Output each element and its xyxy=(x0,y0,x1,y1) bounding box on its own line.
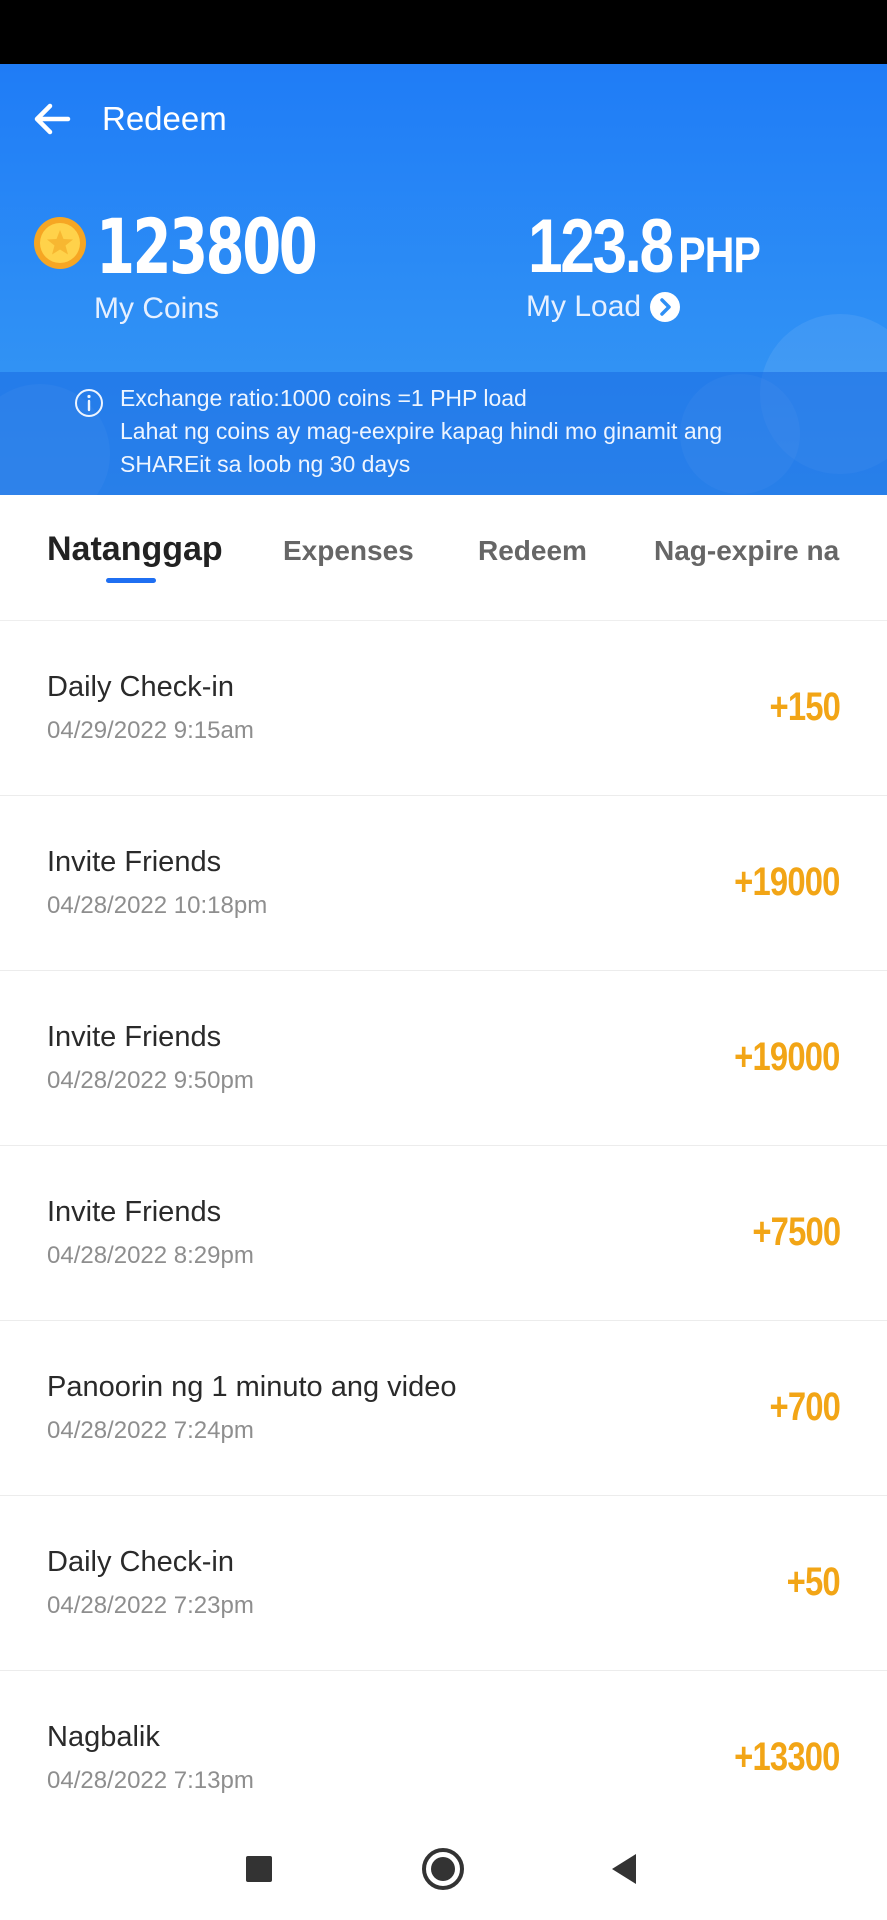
load-amount: 123.8 xyxy=(528,204,674,289)
coins-label: My Coins xyxy=(94,292,220,325)
list-item: Daily Check-in 04/29/2022 9:15am +150 xyxy=(0,621,887,796)
tab-indicator xyxy=(106,578,156,583)
load-label: My Load xyxy=(526,290,642,323)
transaction-time: 04/28/2022 9:50pm xyxy=(47,1067,254,1094)
transaction-amount: +19000 xyxy=(734,860,841,904)
chevron-right-circle-icon xyxy=(650,292,681,322)
transaction-title: Daily Check-in xyxy=(47,1546,234,1578)
transaction-title: Invite Friends xyxy=(47,1196,222,1228)
system-nav-bar xyxy=(0,1814,887,1920)
tab-expenses[interactable]: Expenses xyxy=(283,535,414,567)
recent-apps-button[interactable] xyxy=(234,1844,284,1894)
list-item: Invite Friends 04/28/2022 9:50pm +19000 xyxy=(0,971,887,1146)
page-title: Redeem xyxy=(102,100,227,137)
notice-line: Lahat ng coins ay mag-eexpire kapag hind… xyxy=(120,418,723,444)
list-item: Invite Friends 04/28/2022 10:18pm +19000 xyxy=(0,796,887,971)
notice-line: Exchange ratio:1000 coins =1 PHP load xyxy=(120,385,527,411)
tab-redeem[interactable]: Redeem xyxy=(478,535,587,567)
transaction-title: Panoorin ng 1 minuto ang video xyxy=(47,1371,457,1403)
transaction-time: 04/28/2022 7:24pm xyxy=(47,1417,254,1444)
my-load-link[interactable]: My Load xyxy=(526,290,681,324)
coins-value: 123800 xyxy=(96,202,318,291)
back-button[interactable] xyxy=(28,94,78,144)
transaction-amount: +19000 xyxy=(734,1035,841,1079)
header: Redeem 123800 My Coins 123.8 PHP My Load … xyxy=(0,64,887,495)
transaction-amount: +7500 xyxy=(751,1210,841,1254)
tab-natanggap[interactable]: Natanggap xyxy=(47,530,223,569)
home-button[interactable] xyxy=(418,1844,468,1894)
transaction-time: 04/29/2022 9:15am xyxy=(47,717,254,744)
exchange-notice: Exchange ratio:1000 coins =1 PHP load La… xyxy=(0,372,887,495)
transaction-amount: +13300 xyxy=(734,1735,841,1779)
transaction-title: Nagbalik xyxy=(47,1721,160,1753)
load-value: 123.8 PHP xyxy=(528,202,761,292)
tab-bar: Natanggap Expenses Redeem Nag-expire na xyxy=(0,495,887,621)
transaction-list: Daily Check-in 04/29/2022 9:15am +150 In… xyxy=(0,621,887,1846)
info-icon xyxy=(75,389,103,417)
load-unit: PHP xyxy=(678,227,761,283)
list-item: Panoorin ng 1 minuto ang video 04/28/202… xyxy=(0,1321,887,1496)
square-icon xyxy=(246,1856,272,1882)
transaction-time: 04/28/2022 10:18pm xyxy=(47,892,268,919)
triangle-back-icon xyxy=(612,1854,636,1884)
circle-icon xyxy=(422,1848,464,1890)
transaction-time: 04/28/2022 8:29pm xyxy=(47,1242,254,1269)
notice-line: SHAREit sa loob ng 30 days xyxy=(120,451,411,477)
transaction-amount: +150 xyxy=(769,685,840,729)
status-bar xyxy=(0,0,887,64)
transaction-title: Invite Friends xyxy=(47,1021,222,1053)
back-nav-button[interactable] xyxy=(600,1844,650,1894)
transaction-amount: +700 xyxy=(769,1385,840,1429)
notice-text: Exchange ratio:1000 coins =1 PHP load La… xyxy=(120,382,860,481)
transaction-amount: +50 xyxy=(786,1560,841,1604)
transaction-title: Invite Friends xyxy=(47,846,222,878)
list-item: Daily Check-in 04/28/2022 7:23pm +50 xyxy=(0,1496,887,1671)
coin-icon xyxy=(34,217,86,269)
transaction-time: 04/28/2022 7:13pm xyxy=(47,1767,254,1794)
transaction-title: Daily Check-in xyxy=(47,671,234,703)
tab-nag-expire-na[interactable]: Nag-expire na xyxy=(654,535,839,567)
transaction-time: 04/28/2022 7:23pm xyxy=(47,1592,254,1619)
list-item: Invite Friends 04/28/2022 8:29pm +7500 xyxy=(0,1146,887,1321)
arrow-left-icon xyxy=(34,103,71,135)
